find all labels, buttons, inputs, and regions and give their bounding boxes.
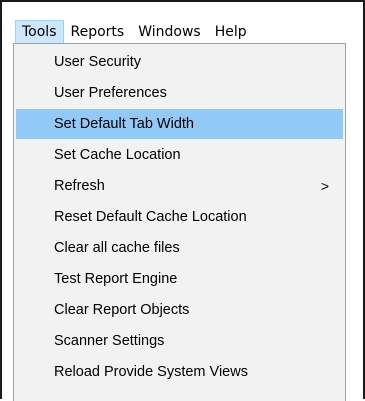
tools-dropdown-menu: User Security User Preferences Set Defau… (13, 43, 346, 401)
submenu-arrow-icon: > (320, 178, 329, 194)
menu-item-label: User Security (54, 54, 142, 70)
menu-item-clear-report-objects[interactable]: Clear Report Objects (16, 295, 343, 325)
menu-item-label: Set Cache Location (54, 147, 181, 163)
menu-item-label: Clear Report Objects (54, 302, 190, 318)
menu-help[interactable]: Help (208, 20, 254, 44)
menu-item-label: Scanner Settings (54, 333, 165, 349)
menu-item-user-preferences[interactable]: User Preferences (16, 78, 343, 108)
menu-item-label: Test Report Engine (54, 271, 178, 287)
menu-item-set-cache-location[interactable]: Set Cache Location (16, 140, 343, 170)
menu-item-set-default-tab-width[interactable]: Set Default Tab Width (16, 109, 343, 139)
menu-tools[interactable]: Tools (15, 20, 64, 44)
window-frame: Tools Reports Windows Help User Security… (0, 0, 365, 401)
menu-item-label: Clear all cache files (54, 240, 180, 256)
menu-item-refresh[interactable]: Refresh > (16, 171, 343, 201)
menu-item-label: Reload Provide System Views (54, 364, 248, 380)
menu-item-reset-default-cache-location[interactable]: Reset Default Cache Location (16, 202, 343, 232)
menu-item-scanner-settings[interactable]: Scanner Settings (16, 326, 343, 356)
menu-item-user-security[interactable]: User Security (16, 47, 343, 77)
menu-item-test-report-engine[interactable]: Test Report Engine (16, 264, 343, 294)
menu-item-clear-all-cache-files[interactable]: Clear all cache files (16, 233, 343, 263)
menu-item-label: Reset Default Cache Location (54, 209, 247, 225)
menu-item-reload-provide-system-views[interactable]: Reload Provide System Views (16, 357, 343, 387)
menu-item-label: Refresh (54, 178, 105, 194)
menu-item-label: Set Default Tab Width (54, 116, 194, 132)
menu-reports[interactable]: Reports (64, 20, 132, 44)
menu-bar: Tools Reports Windows Help (4, 4, 361, 44)
menu-windows[interactable]: Windows (131, 20, 208, 44)
menu-item-label: User Preferences (54, 85, 167, 101)
